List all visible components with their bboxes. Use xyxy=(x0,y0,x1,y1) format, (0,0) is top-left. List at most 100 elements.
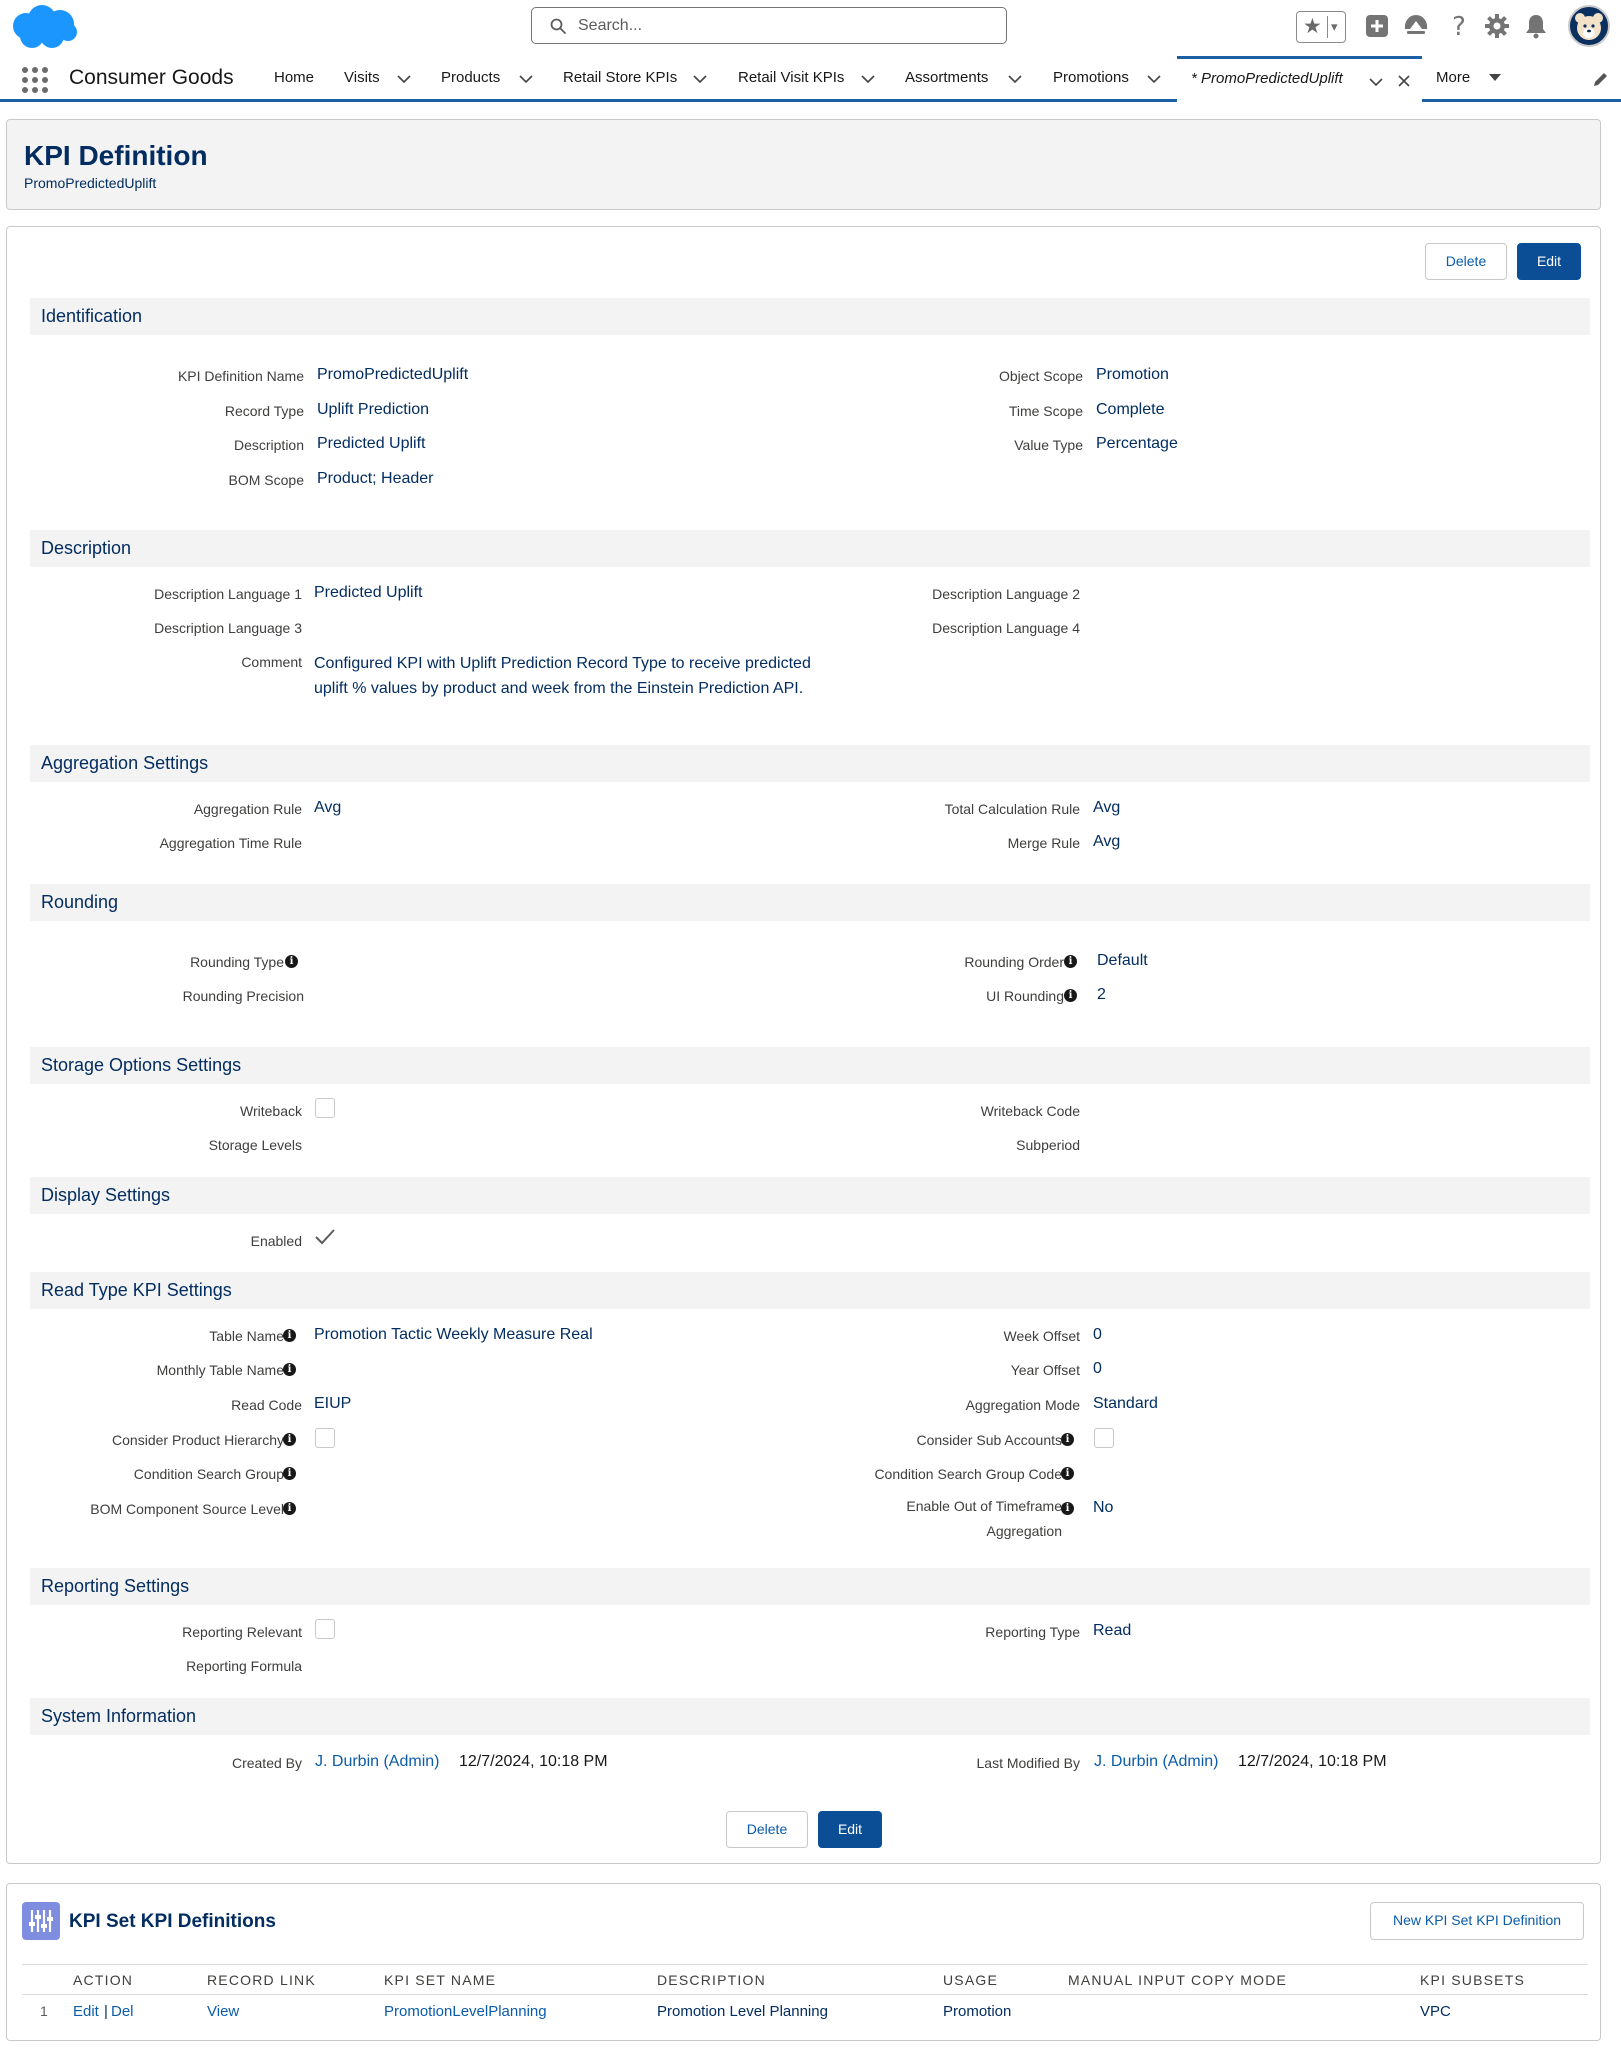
star-icon: ★ xyxy=(1303,15,1322,38)
astro-avatar-icon xyxy=(1575,13,1603,40)
chevron-down-icon[interactable] xyxy=(519,72,533,86)
edit-button-bottom[interactable]: Edit xyxy=(818,1811,882,1848)
info-icon[interactable]: i xyxy=(283,1502,296,1515)
delete-button-bottom[interactable]: Delete xyxy=(726,1811,808,1848)
column-header-manual-input-copy-mode: MANUAL INPUT COPY MODE xyxy=(1068,1972,1288,1988)
info-icon[interactable]: i xyxy=(1061,1433,1074,1446)
svg-text:?: ? xyxy=(1452,12,1466,40)
info-icon[interactable]: i xyxy=(285,955,298,968)
field-label-year-offset: Year Offset xyxy=(1010,1362,1080,1378)
section-system-information[interactable]: System Information xyxy=(30,1698,1590,1735)
info-icon[interactable]: i xyxy=(283,1467,296,1480)
related-list-kpi-set-kpi-definitions: KPI Set KPI Definitions New KPI Set KPI … xyxy=(6,1883,1601,2041)
row-description: Promotion Level Planning xyxy=(657,2003,828,2020)
close-icon[interactable] xyxy=(1397,74,1411,88)
chevron-down-icon[interactable] xyxy=(1008,72,1022,86)
field-label-description-language-2: Description Language 2 xyxy=(932,586,1080,602)
writeback-checkbox xyxy=(315,1098,335,1118)
info-icon[interactable]: i xyxy=(1061,1467,1074,1480)
field-label-condition-search-group-code: Condition Search Group Code xyxy=(874,1466,1062,1482)
new-kpi-set-kpi-definition-button[interactable]: New KPI Set KPI Definition xyxy=(1370,1902,1584,1940)
field-value-value-type: Percentage xyxy=(1096,435,1178,452)
caret-down-icon[interactable] xyxy=(1488,71,1502,85)
section-aggregation-settings[interactable]: Aggregation Settings xyxy=(30,745,1590,782)
app-launcher-icon[interactable] xyxy=(22,67,50,95)
nav-item-assortments[interactable]: Assortments xyxy=(905,69,988,86)
help-icon[interactable]: ? xyxy=(1445,12,1473,40)
edit-nav-pencil-icon[interactable] xyxy=(1592,70,1610,88)
section-read-type-kpi-settings[interactable]: Read Type KPI Settings xyxy=(30,1272,1590,1309)
column-header-record-link: RECORD LINK xyxy=(207,1972,316,1988)
chevron-down-icon[interactable] xyxy=(693,72,707,86)
row-view-link[interactable]: View xyxy=(207,2003,239,2020)
nav-item-promotions[interactable]: Promotions xyxy=(1053,69,1129,86)
field-label-writeback-code: Writeback Code xyxy=(980,1103,1080,1119)
field-value-read-code: EIUP xyxy=(314,1395,352,1412)
nav-item-products[interactable]: Products xyxy=(441,69,500,86)
field-label-record-type: Record Type xyxy=(224,403,304,419)
nav-item-visits[interactable]: Visits xyxy=(344,69,380,86)
reporting-relevant-checkbox xyxy=(315,1619,335,1639)
field-label-ui-rounding: UI Rounding xyxy=(986,988,1064,1004)
tab-promo-predicted-uplift[interactable]: * PromoPredictedUplift xyxy=(1177,56,1422,102)
created-by-user-link[interactable]: J. Durbin (Admin) xyxy=(315,1753,439,1771)
user-avatar[interactable] xyxy=(1568,5,1610,47)
notification-bell-icon[interactable] xyxy=(1522,12,1550,40)
field-value-kpi-definition-name: PromoPredictedUplift xyxy=(317,366,469,383)
related-list-title[interactable]: KPI Set KPI Definitions xyxy=(69,1911,276,1933)
trailhead-icon[interactable] xyxy=(1402,12,1430,40)
field-label-comment: Comment xyxy=(241,654,302,670)
section-storage-options[interactable]: Storage Options Settings xyxy=(30,1047,1590,1084)
info-icon[interactable]: i xyxy=(283,1363,296,1376)
global-search[interactable]: Search... xyxy=(531,7,1007,44)
app-name: Consumer Goods xyxy=(69,66,234,89)
info-icon[interactable]: i xyxy=(1061,1502,1074,1515)
field-label-last-modified-by: Last Modified By xyxy=(976,1755,1081,1771)
info-icon[interactable]: i xyxy=(1064,955,1077,968)
field-label-description-language-4: Description Language 4 xyxy=(932,620,1080,636)
nav-item-home[interactable]: Home xyxy=(274,69,314,86)
active-tab-label: * PromoPredictedUplift xyxy=(1191,70,1343,87)
section-identification[interactable]: Identification xyxy=(30,298,1590,335)
section-description[interactable]: Description xyxy=(30,530,1590,567)
section-rounding[interactable]: Rounding xyxy=(30,884,1590,921)
search-placeholder: Search... xyxy=(578,17,643,34)
field-label-time-scope: Time Scope xyxy=(1008,403,1083,419)
row-delete-link[interactable]: Del xyxy=(111,2003,134,2020)
search-icon xyxy=(550,18,566,34)
nav-item-retail-store-kpis[interactable]: Retail Store KPIs xyxy=(563,69,677,86)
field-label-bom-component-source-level: BOM Component Source Level xyxy=(90,1501,284,1517)
nav-item-more[interactable]: More xyxy=(1436,69,1470,86)
field-label-bom-scope: BOM Scope xyxy=(228,472,304,488)
gear-icon[interactable] xyxy=(1483,12,1511,40)
record-detail-card: Delete Edit Identification KPI Definitio… xyxy=(6,226,1601,1864)
field-value-record-type: Uplift Prediction xyxy=(317,401,430,418)
row-edit-link[interactable]: Edit xyxy=(73,2003,99,2020)
created-date: 12/7/2024, 10:18 PM xyxy=(459,1753,608,1770)
section-reporting-settings[interactable]: Reporting Settings xyxy=(30,1568,1590,1605)
row-kpi-set-name-link[interactable]: PromotionLevelPlanning xyxy=(384,2003,547,2020)
delete-button-top[interactable]: Delete xyxy=(1425,243,1507,280)
field-value-enable-out-of-timeframe-aggregation: No xyxy=(1093,1499,1114,1516)
edit-button-top[interactable]: Edit xyxy=(1517,243,1581,280)
info-icon[interactable]: i xyxy=(1064,989,1077,1002)
app-navigation-bar: Consumer Goods Home Visits Products Reta… xyxy=(0,52,1621,102)
section-display-settings[interactable]: Display Settings xyxy=(30,1177,1590,1214)
global-actions-icon[interactable] xyxy=(1363,12,1391,40)
field-value-table-name: Promotion Tactic Weekly Measure Real xyxy=(314,1326,593,1343)
field-label-kpi-definition-name: KPI Definition Name xyxy=(177,368,304,384)
info-icon[interactable]: i xyxy=(283,1329,296,1342)
field-label-aggregation-rule: Aggregation Rule xyxy=(193,801,302,817)
chevron-down-icon[interactable] xyxy=(861,72,875,86)
info-icon[interactable]: i xyxy=(283,1433,296,1446)
chevron-down-icon[interactable] xyxy=(1369,75,1383,89)
favorites-button[interactable]: ★ ▾ xyxy=(1296,11,1346,43)
field-label-aggregation-mode: Aggregation Mode xyxy=(965,1397,1080,1413)
field-value-object-scope: Promotion xyxy=(1096,366,1169,383)
column-header-usage: USAGE xyxy=(943,1972,999,1988)
salesforce-cloud-logo[interactable] xyxy=(8,4,78,52)
last-modified-by-user-link[interactable]: J. Durbin (Admin) xyxy=(1094,1753,1218,1771)
chevron-down-icon[interactable] xyxy=(1147,72,1161,86)
chevron-down-icon[interactable] xyxy=(397,72,411,86)
nav-item-retail-visit-kpis[interactable]: Retail Visit KPIs xyxy=(738,69,844,86)
